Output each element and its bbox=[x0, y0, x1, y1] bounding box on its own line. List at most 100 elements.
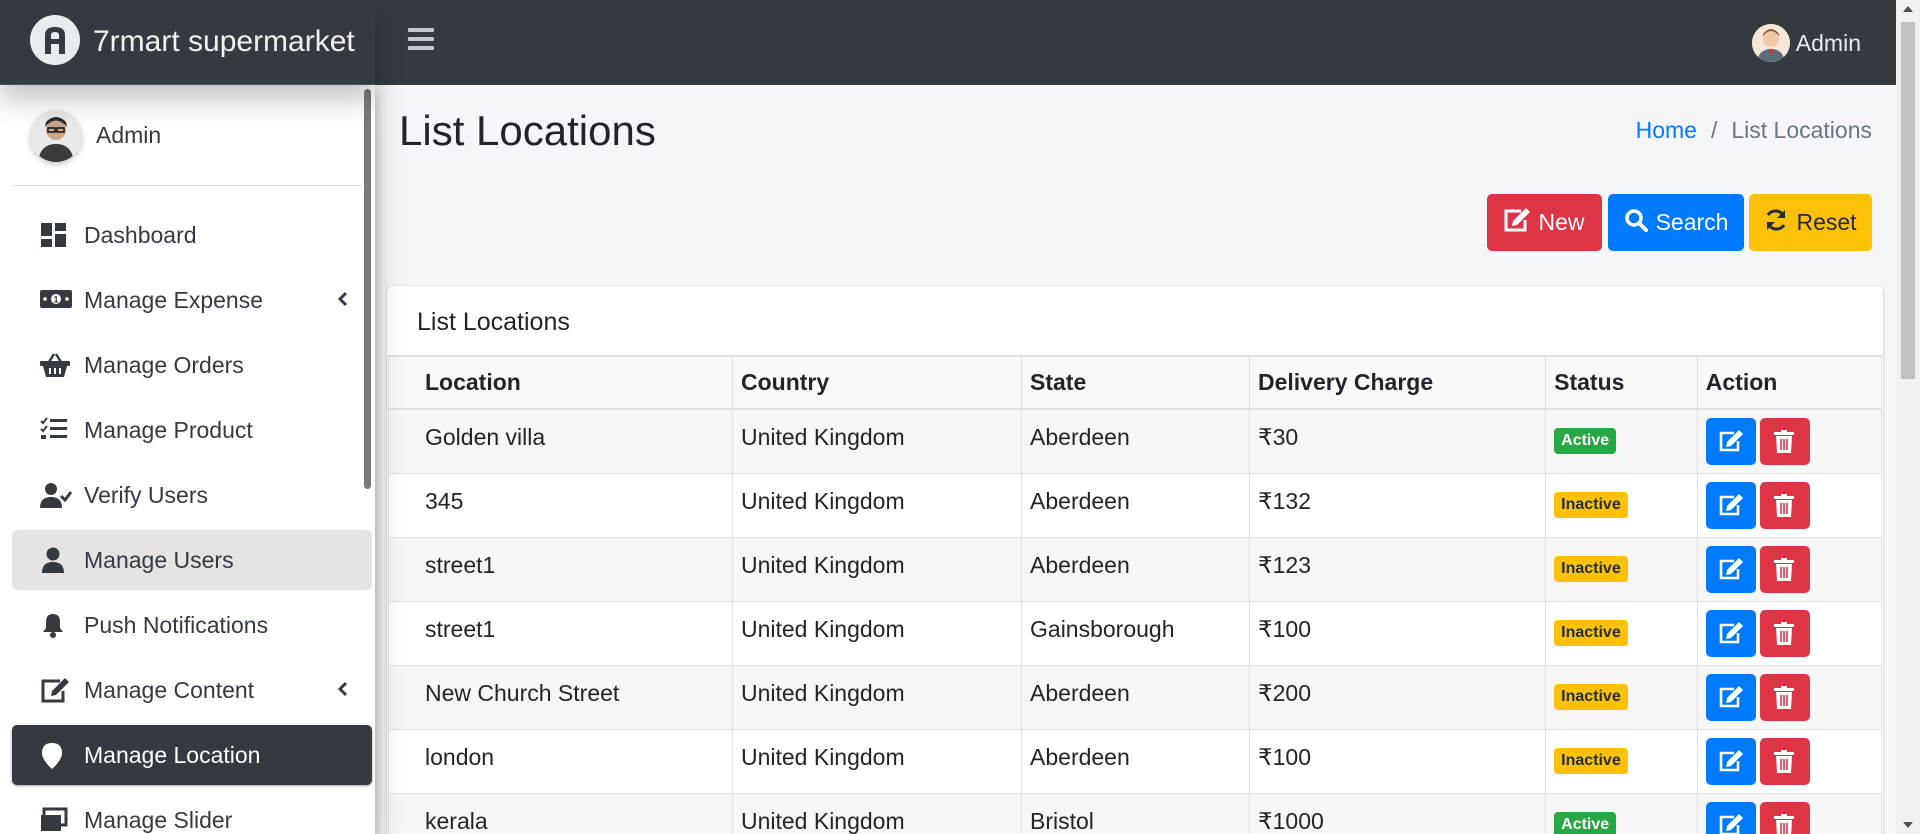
search-icon bbox=[1624, 208, 1648, 238]
locations-table: Location Country State Delivery Charge S… bbox=[388, 356, 1883, 834]
delete-button[interactable] bbox=[1759, 610, 1810, 657]
delete-button[interactable] bbox=[1759, 738, 1810, 785]
breadcrumb-separator: / bbox=[1710, 117, 1718, 143]
column-header[interactable]: State bbox=[1021, 356, 1250, 410]
delivery-charge-cell: ₹132 bbox=[1248, 473, 1547, 538]
user-check-icon bbox=[40, 482, 73, 508]
page-scrollbar[interactable] bbox=[1896, 0, 1920, 834]
action-cell bbox=[1696, 473, 1883, 538]
slider-icon bbox=[40, 807, 70, 833]
edit-button[interactable] bbox=[1705, 802, 1756, 834]
action-cell bbox=[1696, 408, 1883, 474]
tasks-list-icon bbox=[40, 417, 70, 443]
search-button[interactable]: Search bbox=[1608, 194, 1744, 251]
column-header[interactable]: Status bbox=[1545, 356, 1698, 410]
country-cell: United Kingdom bbox=[731, 729, 1023, 794]
column-header[interactable]: Delivery Charge bbox=[1248, 356, 1547, 410]
breadcrumb-current: List Locations bbox=[1731, 117, 1872, 143]
user-menu[interactable]: Admin bbox=[1751, 24, 1861, 62]
sidebar-item-manage-content[interactable]: Manage Content bbox=[12, 660, 372, 720]
status-badge[interactable]: Active bbox=[1554, 428, 1617, 454]
brand-link[interactable]: 7rmart supermarket bbox=[0, 0, 375, 85]
delete-button[interactable] bbox=[1759, 482, 1810, 529]
edit-button[interactable] bbox=[1705, 610, 1756, 657]
country-cell: United Kingdom bbox=[731, 793, 1023, 834]
edit-button[interactable] bbox=[1705, 482, 1756, 529]
card-title: List Locations bbox=[417, 308, 570, 336]
location-cell: kerala bbox=[388, 793, 733, 834]
edit-button[interactable] bbox=[1705, 418, 1756, 465]
delivery-charge-cell: ₹123 bbox=[1248, 537, 1547, 602]
delete-button[interactable] bbox=[1759, 546, 1810, 593]
sidebar-item-manage-expense[interactable]: 1 Manage Expense bbox=[12, 270, 372, 330]
sidebar-item-manage-users[interactable]: Manage Users bbox=[12, 530, 372, 590]
status-badge[interactable]: Inactive bbox=[1554, 492, 1628, 518]
state-cell: Bristol bbox=[1021, 793, 1250, 834]
status-badge[interactable]: Inactive bbox=[1554, 748, 1628, 774]
edit-icon bbox=[1504, 207, 1531, 238]
brand-text: 7rmart supermarket bbox=[93, 25, 355, 58]
state-cell: Aberdeen bbox=[1021, 729, 1250, 794]
new-button-label: New bbox=[1538, 209, 1585, 235]
delete-button[interactable] bbox=[1759, 418, 1810, 465]
reset-button[interactable]: Reset bbox=[1749, 194, 1872, 251]
edit-icon bbox=[40, 677, 70, 703]
status-badge[interactable]: Inactive bbox=[1554, 556, 1628, 582]
breadcrumb-home-link[interactable]: Home bbox=[1636, 117, 1697, 144]
location-cell: street1 bbox=[388, 537, 733, 602]
user-avatar-icon bbox=[1751, 24, 1790, 62]
action-cell bbox=[1696, 729, 1883, 794]
sidebar-item-label: Manage Location bbox=[84, 742, 261, 768]
sidebar-scrollbar[interactable] bbox=[364, 89, 371, 489]
state-cell: Aberdeen bbox=[1021, 408, 1250, 474]
delete-button[interactable] bbox=[1759, 674, 1810, 721]
sidebar-item-label: Verify Users bbox=[84, 482, 208, 508]
sidebar-item-manage-slider[interactable]: Manage Slider bbox=[12, 790, 372, 834]
status-badge[interactable]: Active bbox=[1554, 812, 1617, 834]
column-header: Action bbox=[1696, 356, 1883, 410]
table-row: kerala United Kingdom Bristol ₹1000 Active bbox=[388, 793, 1883, 834]
sidebar-item-push-notifications[interactable]: Push Notifications bbox=[12, 595, 372, 655]
state-cell: Aberdeen bbox=[1021, 537, 1250, 602]
action-cell bbox=[1696, 665, 1883, 730]
card-header: List Locations bbox=[387, 286, 1883, 356]
country-cell: United Kingdom bbox=[731, 473, 1023, 538]
column-header[interactable]: Country bbox=[731, 356, 1023, 410]
country-cell: United Kingdom bbox=[731, 537, 1023, 602]
sidebar-item-dashboard[interactable]: Dashboard bbox=[12, 205, 372, 265]
edit-button[interactable] bbox=[1705, 738, 1756, 785]
sidebar-item-manage-location[interactable]: Manage Location bbox=[12, 725, 372, 785]
state-cell: Aberdeen bbox=[1021, 473, 1250, 538]
sidebar-user-panel[interactable]: Admin bbox=[12, 85, 362, 186]
scroll-down-icon[interactable] bbox=[1903, 822, 1913, 828]
status-cell: Inactive bbox=[1545, 729, 1698, 794]
location-cell: 345 bbox=[388, 473, 733, 538]
location-cell: Golden villa bbox=[388, 408, 733, 474]
table-header-row: Location Country State Delivery Charge S… bbox=[388, 356, 1883, 410]
table-row: 345 United Kingdom Aberdeen ₹132 Inactive bbox=[388, 473, 1883, 538]
admin-avatar-icon bbox=[30, 110, 82, 162]
sidebar-item-manage-orders[interactable]: Manage Orders bbox=[12, 335, 372, 395]
edit-button[interactable] bbox=[1705, 546, 1756, 593]
sidebar-item-verify-users[interactable]: Verify Users bbox=[12, 465, 372, 525]
status-badge[interactable]: Inactive bbox=[1554, 620, 1628, 646]
scrollbar-thumb[interactable] bbox=[1901, 22, 1915, 379]
menu-toggle-icon[interactable] bbox=[408, 28, 434, 52]
bell-icon bbox=[40, 612, 70, 638]
brand-logo-icon bbox=[30, 15, 80, 65]
edit-button[interactable] bbox=[1705, 674, 1756, 721]
column-header[interactable]: Location bbox=[388, 356, 733, 410]
delete-button[interactable] bbox=[1759, 802, 1810, 834]
table-row: New Church Street United Kingdom Aberdeen ₹… bbox=[388, 665, 1883, 730]
country-cell: United Kingdom bbox=[731, 601, 1023, 666]
new-button[interactable]: New bbox=[1487, 194, 1602, 251]
action-cell bbox=[1696, 537, 1883, 602]
scroll-up-icon[interactable] bbox=[1903, 6, 1913, 12]
status-badge[interactable]: Inactive bbox=[1554, 684, 1628, 710]
sidebar-item-manage-product[interactable]: Manage Product bbox=[12, 400, 372, 460]
table-row: Golden villa United Kingdom Aberdeen ₹30 Act… bbox=[388, 408, 1883, 474]
delivery-charge-cell: ₹100 bbox=[1248, 601, 1547, 666]
location-cell: street1 bbox=[388, 601, 733, 666]
chevron-left-icon bbox=[337, 681, 348, 702]
user-icon bbox=[40, 547, 70, 573]
